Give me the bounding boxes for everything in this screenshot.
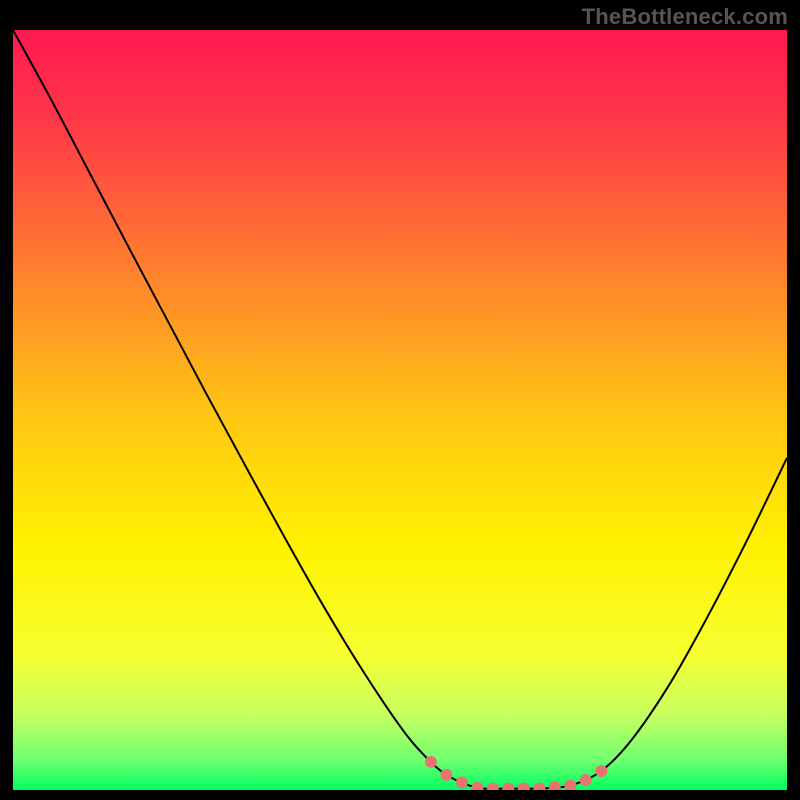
chart-stage: TheBottleneck.com	[0, 0, 800, 800]
accent-dot	[580, 774, 592, 786]
bottleneck-curve-chart	[13, 30, 787, 790]
plot-area	[13, 30, 787, 790]
accent-dot	[425, 756, 437, 768]
watermark-label: TheBottleneck.com	[582, 4, 788, 30]
accent-dot	[440, 769, 452, 781]
accent-dot	[595, 765, 607, 777]
accent-dot	[456, 776, 468, 788]
gradient-background	[13, 30, 787, 790]
